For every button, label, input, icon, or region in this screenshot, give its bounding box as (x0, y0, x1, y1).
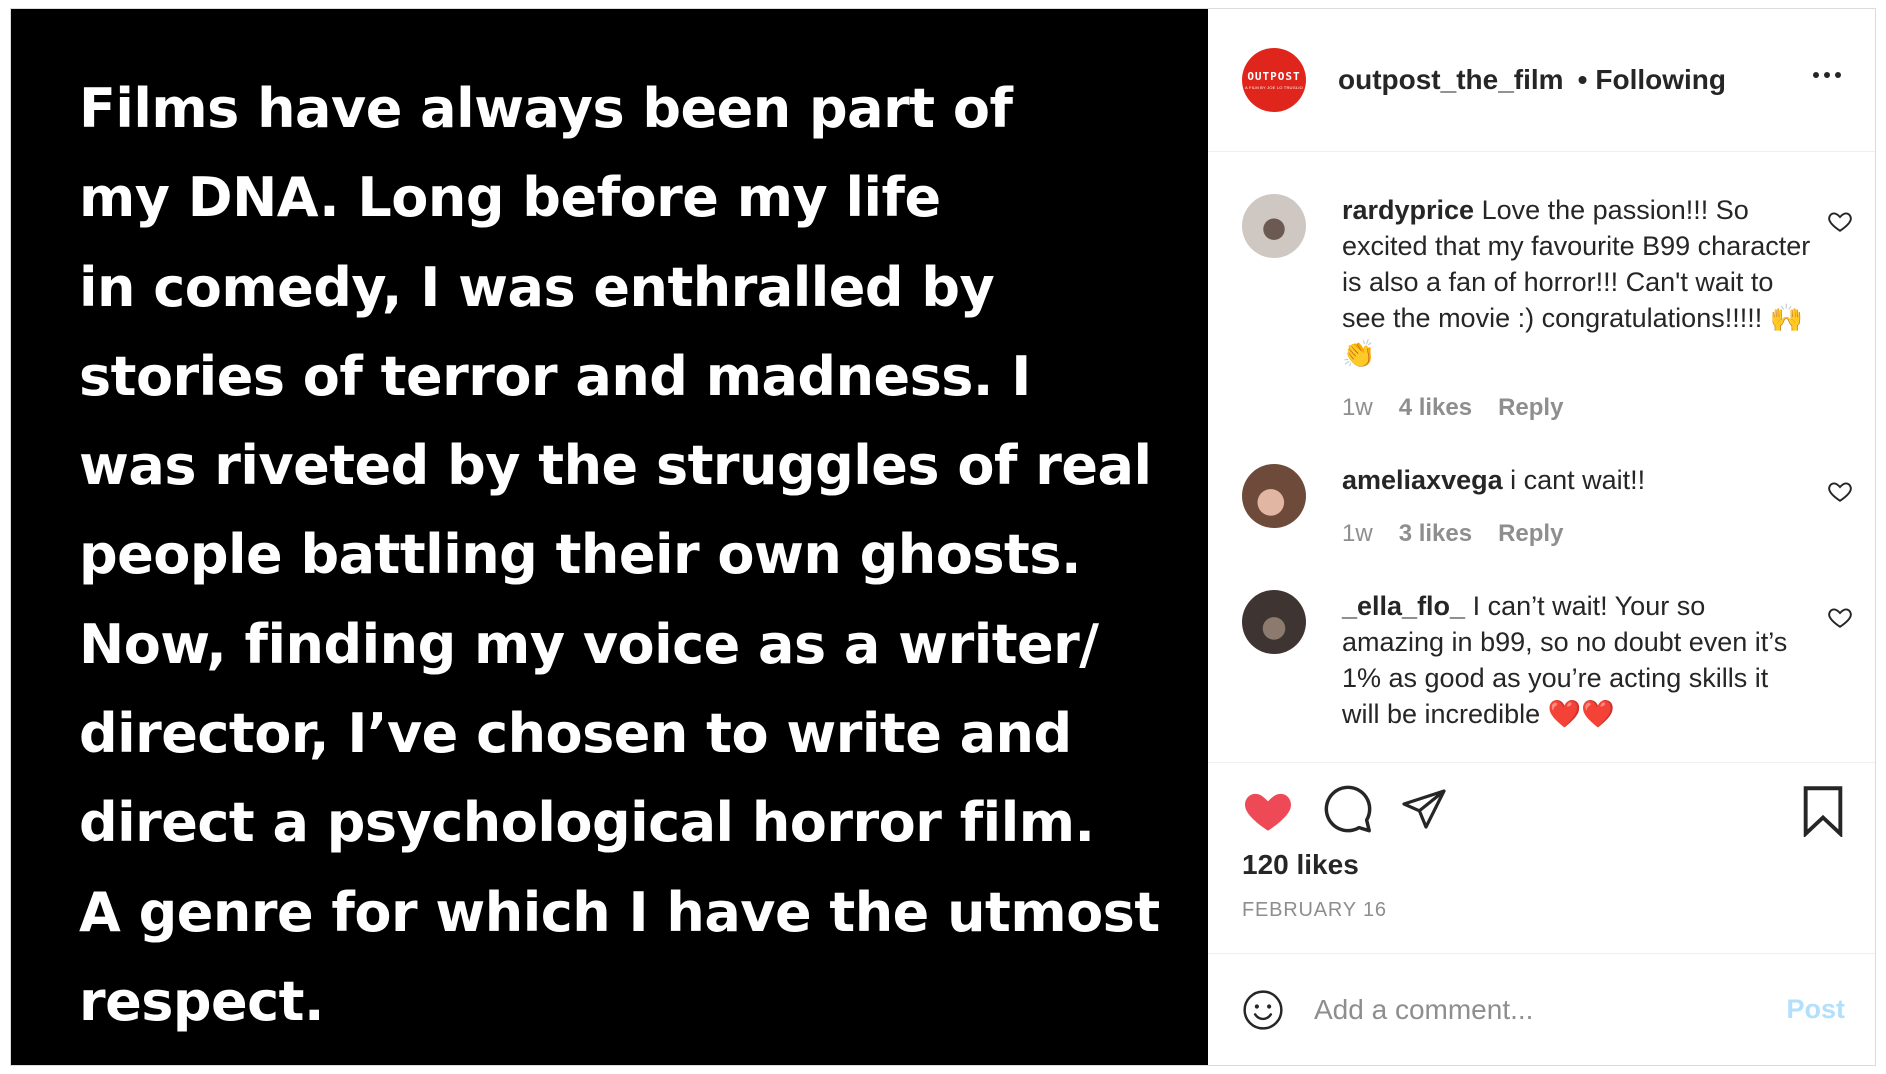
commenter-avatar[interactable] (1242, 590, 1306, 654)
add-comment-input[interactable] (1312, 992, 1787, 1027)
comment-meta: 1w 3 likes Reply (1342, 520, 1812, 548)
reply-button[interactable]: Reply (1498, 520, 1563, 548)
image-text-line: director, I’ve chosen to write and (79, 702, 1072, 766)
commenter-avatar[interactable] (1242, 194, 1306, 258)
comment-icon[interactable] (1322, 783, 1374, 835)
image-text-line: direct a psychological horror film. (79, 791, 1095, 855)
comment-like-heart-icon[interactable] (1827, 208, 1853, 234)
comment-text: rardyprice Love the passion!!! So excite… (1342, 192, 1812, 372)
heart-filled-icon[interactable] (1242, 785, 1294, 833)
comment-time[interactable]: 1w (1342, 394, 1373, 422)
image-text-line: stories of terror and madness. I (79, 344, 1031, 408)
comment-item: rardyprice Love the passion!!! So excite… (1242, 192, 1855, 422)
post-header: OUTPOST A FILM BY JOE LO TRUGLIO outpost… (1208, 9, 1875, 152)
following-button[interactable]: Following (1595, 64, 1726, 96)
comment-item: ameliaxvega i cant wait!! 1w 3 likes Rep… (1242, 462, 1855, 548)
account-avatar[interactable]: OUTPOST A FILM BY JOE LO TRUGLIO (1242, 48, 1306, 112)
post-comment-button[interactable]: Post (1786, 994, 1845, 1025)
image-text-line: my DNA. Long before my life (79, 166, 941, 230)
comment-text: _ella_flo_ I can’t wait! Your so amazing… (1342, 588, 1812, 732)
add-comment-bar: Post (1208, 953, 1875, 1065)
header-separator: • (1577, 64, 1588, 95)
comment-body: i cant wait!! (1502, 465, 1646, 495)
smiley-icon[interactable] (1242, 989, 1284, 1031)
image-text-line: Now, finding my voice as a writer/ (79, 612, 1099, 676)
image-text-line: Films have always been part of (79, 77, 1013, 140)
post-actions: 120 likes FEBRUARY 16 (1208, 762, 1875, 952)
post-image-text: Films have always been part of my DNA. L… (79, 64, 1160, 1046)
comment-like-heart-icon[interactable] (1827, 604, 1853, 630)
comment-time[interactable]: 1w (1342, 520, 1373, 548)
likes-count-link[interactable]: 120 likes (1242, 849, 1841, 881)
comment-likes-link[interactable]: 4 likes (1399, 394, 1472, 422)
image-text-line: was riveted by the struggles of real (79, 434, 1152, 498)
more-options-icon[interactable] (1813, 72, 1841, 78)
comments-list[interactable]: rardyprice Love the passion!!! So excite… (1208, 152, 1875, 762)
bookmark-icon[interactable] (1801, 785, 1845, 837)
image-text-line: respect. (79, 969, 325, 1033)
comment-username-link[interactable]: ameliaxvega (1342, 465, 1503, 495)
comment-username-link[interactable]: rardyprice (1342, 195, 1474, 225)
account-username-link[interactable]: outpost_the_film (1338, 64, 1564, 96)
image-text-line: people battling their own ghosts. (79, 523, 1081, 587)
comment-text: ameliaxvega i cant wait!! (1342, 462, 1812, 498)
comment-username-link[interactable]: _ella_flo_ (1342, 591, 1465, 621)
image-text-line: A genre for which I have the utmost (79, 880, 1160, 944)
comment-like-heart-icon[interactable] (1827, 478, 1853, 504)
post-side-panel: OUTPOST A FILM BY JOE LO TRUGLIO outpost… (1208, 9, 1875, 1065)
post-date[interactable]: FEBRUARY 16 (1242, 899, 1841, 922)
paper-plane-icon[interactable] (1400, 785, 1448, 833)
image-text-line: in comedy, I was enthralled by (79, 255, 995, 319)
post-image: Films have always been part of my DNA. L… (11, 9, 1208, 1065)
commenter-avatar[interactable] (1242, 464, 1306, 528)
comment-item: _ella_flo_ I can’t wait! Your so amazing… (1242, 588, 1855, 732)
comment-likes-link[interactable]: 3 likes (1399, 520, 1472, 548)
post-modal: Films have always been part of my DNA. L… (10, 8, 1876, 1066)
comment-meta: 1w 4 likes Reply (1342, 394, 1812, 422)
avatar-logo-subtext: A FILM BY JOE LO TRUGLIO (1244, 85, 1303, 90)
reply-button[interactable]: Reply (1498, 394, 1563, 422)
avatar-logo-text: OUTPOST (1247, 70, 1301, 83)
